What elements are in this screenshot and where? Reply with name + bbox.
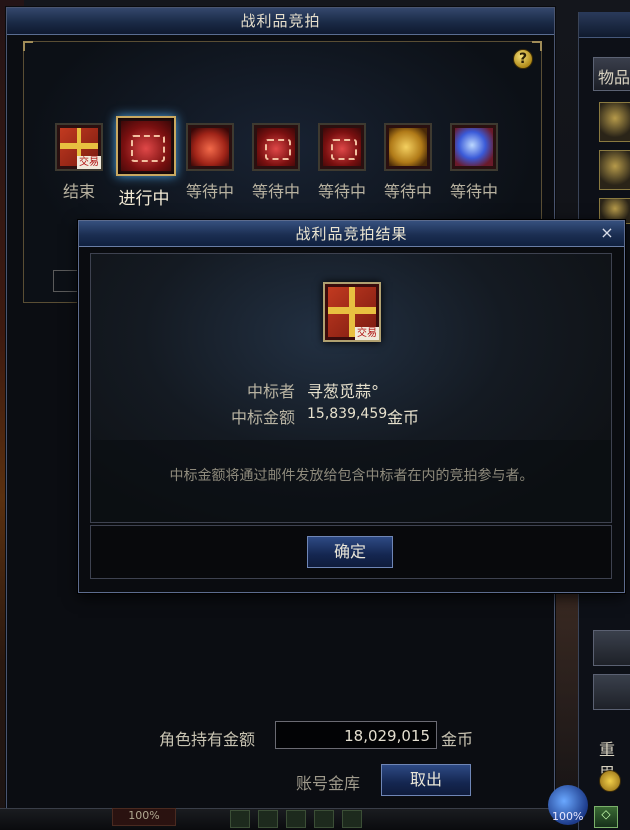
auction-item-slot[interactable]: 交易	[55, 123, 103, 171]
hud-skill-slot[interactable]	[258, 810, 278, 828]
distribution-notice: 中标金额将通过邮件发放给包含中标者在内的竞拍参与者。	[169, 468, 534, 484]
blue-orb-icon	[455, 128, 493, 166]
auction-item-slot[interactable]	[186, 123, 234, 171]
hud-percent: 100%	[112, 808, 176, 826]
winning-amount-value: 15,839,459	[307, 406, 388, 422]
winner-name: 寻葱觅蒜°	[307, 382, 380, 401]
winner-label: 中标者	[246, 382, 295, 401]
red-chest-icon	[257, 128, 295, 166]
red-chest-icon	[323, 128, 361, 166]
won-item-slot: 交易	[323, 282, 381, 342]
frame-corner	[23, 41, 33, 51]
inventory-slot[interactable]	[599, 150, 630, 190]
hud-skill-slot[interactable]	[314, 810, 334, 828]
confirm-button[interactable]: 确定	[307, 536, 393, 568]
gold-coins-icon	[389, 128, 427, 166]
hud-skill-slot[interactable]	[230, 810, 250, 828]
auction-result-dialog: 战利品竞拍结果 × 交易 中标者 寻葱觅蒜° 中标金额 15,839,459 金…	[78, 220, 625, 593]
help-icon[interactable]: ?	[513, 49, 533, 69]
window-title: 战利品竞拍	[7, 8, 554, 35]
hud-skill-slot[interactable]	[342, 810, 362, 828]
gold-held-field: 18,029,015	[275, 721, 437, 749]
side-action-button[interactable]	[593, 674, 630, 710]
hud-skill-slot[interactable]	[286, 810, 306, 828]
close-icon[interactable]: ×	[598, 224, 616, 242]
winning-amount-unit: 金币	[387, 408, 420, 427]
gold-unit-label: 金币	[441, 730, 474, 749]
auction-item-slot[interactable]	[318, 123, 366, 171]
dialog-title: 战利品竞拍结果	[79, 221, 624, 247]
withdraw-button[interactable]: 取出	[381, 764, 471, 796]
side-window-titlebar	[579, 12, 630, 38]
item-status-label: 等待中	[383, 182, 432, 201]
item-status-label: 等待中	[317, 182, 366, 201]
side-action-button[interactable]	[593, 630, 630, 666]
auction-item-slot[interactable]	[384, 123, 432, 171]
mp-percent: 100%	[552, 810, 584, 823]
auction-item-slot[interactable]	[252, 123, 300, 171]
red-chest-icon	[121, 121, 171, 171]
settings-icon[interactable]: ◇	[594, 806, 618, 828]
item-status-label: 等待中	[185, 182, 234, 201]
trade-tag: 交易	[77, 156, 101, 169]
trade-tag: 交易	[355, 327, 379, 340]
winning-amount-label: 中标金额	[230, 408, 295, 427]
coin-chest-icon	[191, 128, 229, 166]
auction-item-slot[interactable]	[450, 123, 498, 171]
item-status-label: 等待中	[449, 182, 498, 201]
auction-item-slot-active[interactable]	[116, 116, 176, 176]
item-status-label: 等待中	[251, 182, 300, 201]
gold-held-label: 角色持有金额	[159, 730, 256, 749]
coin-icon	[599, 770, 621, 792]
item-status-label: 进行中	[118, 189, 170, 209]
item-status-label: 结束	[62, 182, 95, 201]
account-vault-label: 账号金库	[296, 774, 361, 793]
frame-corner	[532, 41, 542, 51]
tab-items[interactable]: 物品	[593, 57, 630, 91]
inventory-slot[interactable]	[599, 102, 630, 142]
